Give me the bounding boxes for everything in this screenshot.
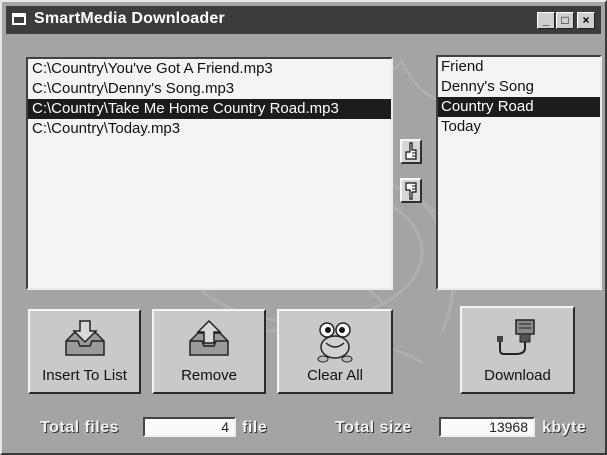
minimize-button[interactable]: _ [537, 12, 555, 29]
total-files-field: 4 [143, 417, 236, 437]
total-files-label: Total files [40, 419, 119, 436]
total-size-unit: kbyte [542, 419, 587, 436]
inbox-down-arrow-icon [64, 320, 105, 356]
hand-point-up-icon [405, 142, 417, 160]
download-button-label: Download [484, 367, 551, 384]
list-item[interactable]: C:\Country\Today.mp3 [28, 119, 391, 139]
move-down-button[interactable] [400, 178, 422, 203]
device-connector-icon [496, 319, 535, 355]
remove-button[interactable]: Remove [152, 309, 266, 394]
list-item-selected[interactable]: Country Road [438, 97, 600, 117]
main-window: SmartMedia Downloader _ □ × C:\Country\Y… [0, 0, 607, 455]
clear-all-button[interactable]: Clear All [277, 309, 393, 394]
close-button[interactable]: × [577, 12, 595, 29]
list-item[interactable]: Friend [438, 57, 600, 77]
maximize-button[interactable]: □ [556, 12, 574, 29]
window-title: SmartMedia Downloader [34, 10, 225, 27]
total-size-field: 13968 [439, 417, 535, 437]
move-up-button[interactable] [400, 139, 422, 164]
download-button[interactable]: Download [460, 306, 575, 394]
insert-to-list-button[interactable]: Insert To List [28, 309, 141, 394]
list-item[interactable]: Denny's Song [438, 77, 600, 97]
remove-button-label: Remove [181, 367, 237, 384]
song-title-list[interactable]: Friend Denny's Song Country Road Today [436, 55, 602, 290]
list-item-selected[interactable]: C:\Country\Take Me Home Country Road.mp3 [28, 99, 391, 119]
file-path-list[interactable]: C:\Country\You've Got A Friend.mp3 C:\Co… [26, 57, 393, 290]
inbox-up-arrow-icon [189, 319, 229, 356]
title-bar[interactable]: SmartMedia Downloader _ □ × [6, 6, 601, 34]
list-item[interactable]: C:\Country\You've Got A Friend.mp3 [28, 59, 391, 79]
app-menu-icon[interactable] [12, 13, 26, 25]
frog-character-icon [317, 322, 353, 363]
list-item[interactable]: C:\Country\Denny's Song.mp3 [28, 79, 391, 99]
clear-all-button-label: Clear All [307, 367, 363, 384]
total-files-unit: file [242, 419, 268, 436]
total-size-label: Total size [335, 419, 412, 436]
list-item[interactable]: Today [438, 117, 600, 137]
hand-point-down-icon [405, 182, 417, 200]
insert-button-label: Insert To List [42, 367, 127, 384]
